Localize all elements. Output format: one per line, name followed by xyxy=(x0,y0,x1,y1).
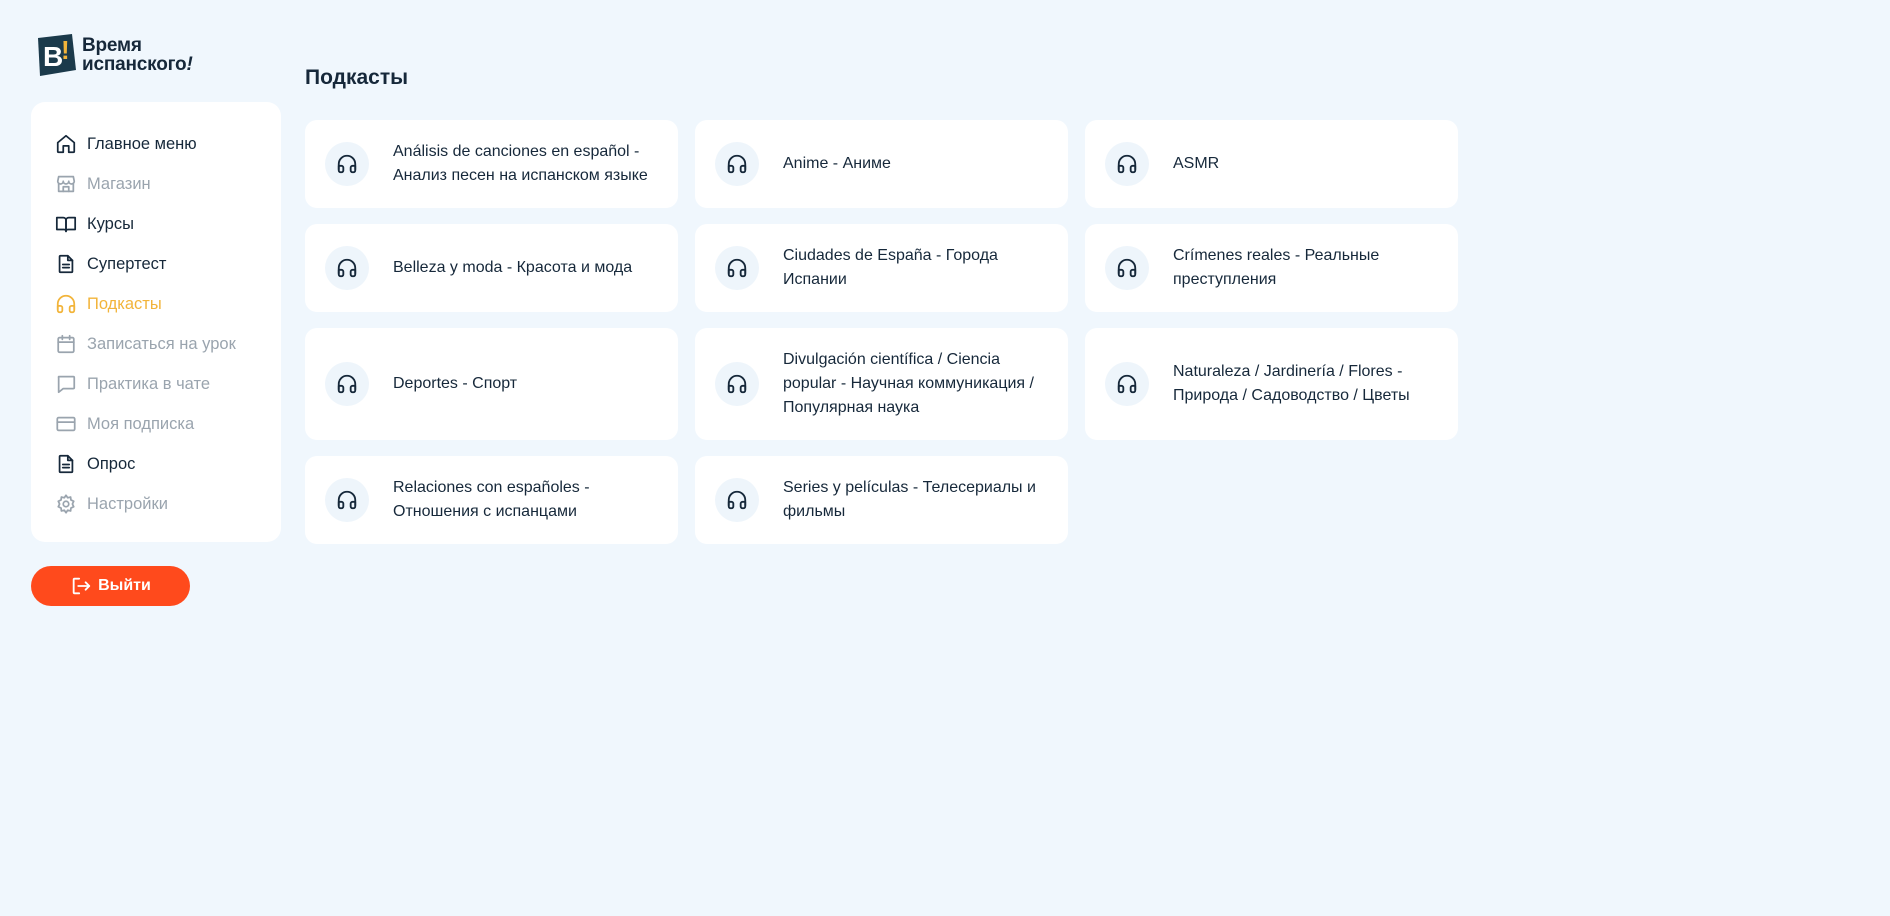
page-title: Подкасты xyxy=(305,66,409,89)
sidebar-item-label: Опрос xyxy=(87,454,136,473)
headphones-icon xyxy=(715,142,759,186)
calendar-icon xyxy=(55,333,77,355)
podcast-card[interactable]: Relaciones con españoles - Отношения с и… xyxy=(305,456,678,544)
chat-icon xyxy=(55,373,77,395)
logo-text: Время испанского! xyxy=(82,36,193,74)
podcast-title: Belleza y moda - Красота и мода xyxy=(393,259,633,276)
podcast-card[interactable]: Deportes - Спорт xyxy=(305,328,678,440)
headphones-icon xyxy=(325,478,369,522)
podcast-grid: Análisis de canciones en español - Анали… xyxy=(305,120,1458,544)
headphones-icon xyxy=(55,293,77,315)
document-icon xyxy=(55,253,77,275)
sidebar-item-courses[interactable]: Курсы xyxy=(31,204,281,244)
sidebar-item-label: Записаться на урок xyxy=(87,334,236,353)
headphones-icon xyxy=(1105,362,1149,406)
book-icon xyxy=(55,213,77,235)
svg-text:!: ! xyxy=(61,35,70,65)
sidebar-item-podcasts[interactable]: Подкасты xyxy=(31,284,281,324)
sidebar-item-label: Магазин xyxy=(87,174,151,193)
podcast-card[interactable]: ASMR xyxy=(1085,120,1458,208)
podcast-title: Deportes - Спорт xyxy=(393,375,518,392)
podcast-card[interactable]: Análisis de canciones en español - Анали… xyxy=(305,120,678,208)
sidebar-item-store[interactable]: Магазин xyxy=(31,164,281,204)
sidebar-item-label: Курсы xyxy=(87,214,134,233)
podcast-card[interactable]: Crímenes reales - Реальные преступления xyxy=(1085,224,1458,312)
sidebar-item-label: Главное меню xyxy=(87,134,197,153)
sidebar-item-subscription[interactable]: Моя подписка xyxy=(31,404,281,444)
gear-icon xyxy=(55,493,77,515)
logo-line-2: испанского! xyxy=(82,54,193,75)
podcast-title: Series y películas - Телесериалы и фильм… xyxy=(783,479,1036,520)
headphones-icon xyxy=(325,362,369,406)
sidebar-item-label: Настройки xyxy=(87,494,168,513)
home-icon xyxy=(55,133,77,155)
card-icon xyxy=(55,413,77,435)
sidebar-item-main-menu[interactable]: Главное меню xyxy=(31,124,281,164)
podcast-card[interactable]: Naturaleza / Jardinería / Flores - Приро… xyxy=(1085,328,1458,440)
headphones-icon xyxy=(1105,246,1149,290)
podcast-card[interactable]: Series y películas - Телесериалы и фильм… xyxy=(695,456,1068,544)
logout-label: Выйти xyxy=(98,577,151,594)
document-icon xyxy=(55,453,77,475)
sidebar: Главное меню Магазин Курсы Супертест Под… xyxy=(31,102,281,542)
podcast-card[interactable]: Anime - Аниме xyxy=(695,120,1068,208)
headphones-icon xyxy=(715,246,759,290)
sidebar-item-settings[interactable]: Настройки xyxy=(31,484,281,524)
logo-line-1: Время xyxy=(82,35,142,56)
sidebar-item-chat-practice[interactable]: Практика в чате xyxy=(31,364,281,404)
brand-logo[interactable]: B ! Время испанского! xyxy=(36,32,193,78)
sidebar-item-label: Подкасты xyxy=(87,294,162,313)
sidebar-item-label: Практика в чате xyxy=(87,374,211,393)
headphones-icon xyxy=(325,142,369,186)
headphones-icon xyxy=(715,362,759,406)
podcast-title: Anime - Аниме xyxy=(783,155,891,172)
podcast-title: Divulgación científica / Ciencia popular… xyxy=(783,351,1034,416)
headphones-icon xyxy=(715,478,759,522)
podcast-title: ASMR xyxy=(1173,155,1220,172)
sidebar-item-survey[interactable]: Опрос xyxy=(31,444,281,484)
podcast-title: Análisis de canciones en español - Анали… xyxy=(393,143,648,184)
podcast-title: Ciudades de España - Города Испании xyxy=(783,247,998,288)
headphones-icon xyxy=(325,246,369,290)
podcast-card[interactable]: Ciudades de España - Города Испании xyxy=(695,224,1068,312)
logo-mark-icon: B ! xyxy=(36,32,78,78)
logout-icon xyxy=(72,577,91,595)
podcast-card[interactable]: Belleza y moda - Красота и мода xyxy=(305,224,678,312)
store-icon xyxy=(55,173,77,195)
headphones-icon xyxy=(1105,142,1149,186)
sidebar-item-label: Супертест xyxy=(87,254,167,273)
logout-button[interactable]: Выйти xyxy=(31,566,190,606)
sidebar-item-book-lesson[interactable]: Записаться на урок xyxy=(31,324,281,364)
sidebar-item-supertest[interactable]: Супертест xyxy=(31,244,281,284)
podcast-title: Naturaleza / Jardinería / Flores - Приро… xyxy=(1173,363,1410,404)
sidebar-item-label: Моя подписка xyxy=(87,414,195,433)
podcast-title: Relaciones con españoles - Отношения с и… xyxy=(393,479,590,520)
podcast-title: Crímenes reales - Реальные преступления xyxy=(1173,247,1380,288)
podcast-card[interactable]: Divulgación científica / Ciencia popular… xyxy=(695,328,1068,440)
